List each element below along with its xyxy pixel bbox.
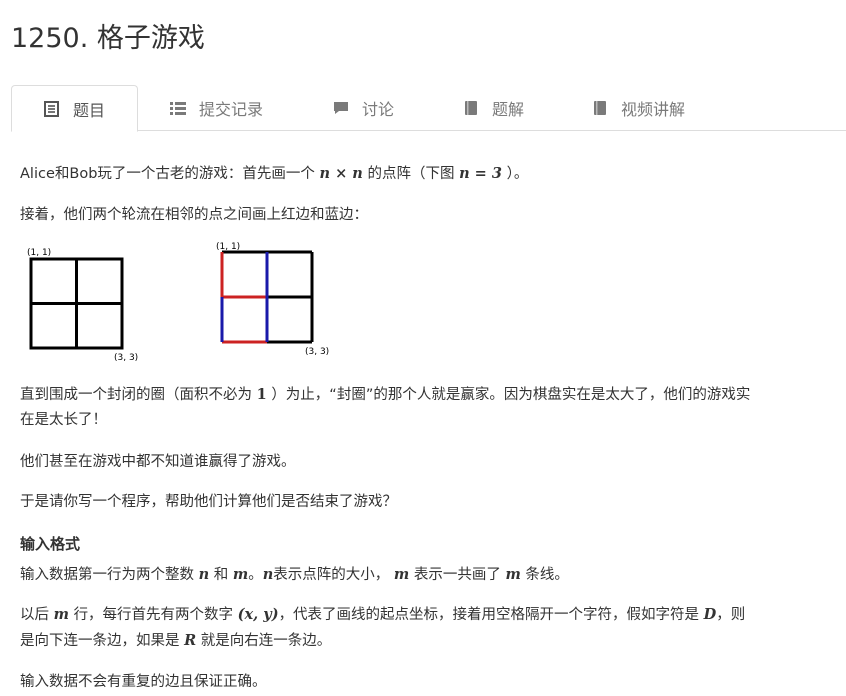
tab-label: 提交记录 xyxy=(199,100,264,119)
page-title: 1250. 格子游戏 xyxy=(11,23,205,54)
paragraph-win-condition-line2: 在是太长了！ xyxy=(20,412,107,428)
tab-video[interactable]: 视频讲解 xyxy=(591,85,685,131)
book-icon xyxy=(462,100,480,116)
input-format-heading: 输入格式 xyxy=(20,535,81,553)
tab-problem[interactable]: 题目 xyxy=(11,85,138,132)
left-bottom-label: (3, 3) xyxy=(114,353,138,363)
tab-label: 题目 xyxy=(73,100,106,120)
left-top-label: (1, 1) xyxy=(27,248,51,258)
right-top-label: (1, 1) xyxy=(216,242,240,252)
paragraph-unknown-winner: 他们甚至在游戏中都不知道谁赢得了游戏。 xyxy=(20,454,296,470)
chat-icon xyxy=(332,100,350,116)
math-one: 1 xyxy=(256,386,267,403)
intro-paragraph: Alice和Bob玩了一个古老的游戏：首先画一个 n × n 的点阵（下图 n … xyxy=(20,165,529,182)
document-icon xyxy=(43,100,61,117)
paragraph-rules: 接着，他们两个轮流在相邻的点之间画上红边和蓝边： xyxy=(20,207,368,223)
paragraph-input-line1: 输入数据第一行为两个整数 n 和 m。n表示点阵的大小， m 表示一共画了 m … xyxy=(20,566,569,583)
book-icon xyxy=(591,100,609,116)
tab-label: 视频讲解 xyxy=(621,100,686,119)
right-bottom-label: (3, 3) xyxy=(305,347,329,357)
paragraph-guarantee: 输入数据不会有重复的边且保证正确。 xyxy=(20,674,267,690)
math-n-eq-3: n = 3 xyxy=(459,165,502,182)
tab-bar: 题目 提交记录 讨论 题解 视频讲解 xyxy=(11,85,846,132)
paragraph-input-lines-line2: 是向下连一条边，如果是 R 就是向右连一条边。 xyxy=(20,632,332,649)
tab-label: 题解 xyxy=(492,100,525,119)
empty-grid xyxy=(29,257,124,350)
tab-discussion[interactable]: 讨论 xyxy=(332,85,394,131)
paragraph-win-condition: 直到围成一个封闭的圈（面积不必为 1 ）为止，“封圈”的那个人就是赢家。因为棋盘… xyxy=(20,386,751,403)
list-icon xyxy=(169,100,187,116)
colored-grid xyxy=(220,250,314,344)
tab-label: 讨论 xyxy=(362,100,395,119)
paragraph-task: 于是请你写一个程序，帮助他们计算他们是否结束了游戏？ xyxy=(20,494,397,510)
paragraph-input-lines: 以后 m 行，每行首先有两个数字 (x, y)，代表了画线的起点坐标，接着用空格… xyxy=(20,606,746,623)
math-xy: (x, y) xyxy=(237,606,279,623)
tab-submissions[interactable]: 提交记录 xyxy=(169,85,263,131)
math-n-by-n: n × n xyxy=(319,165,363,182)
tab-solutions[interactable]: 题解 xyxy=(462,85,524,131)
grid-figure: (1, 1) (3, 3) (1, 1) (3, 3) xyxy=(20,238,340,368)
